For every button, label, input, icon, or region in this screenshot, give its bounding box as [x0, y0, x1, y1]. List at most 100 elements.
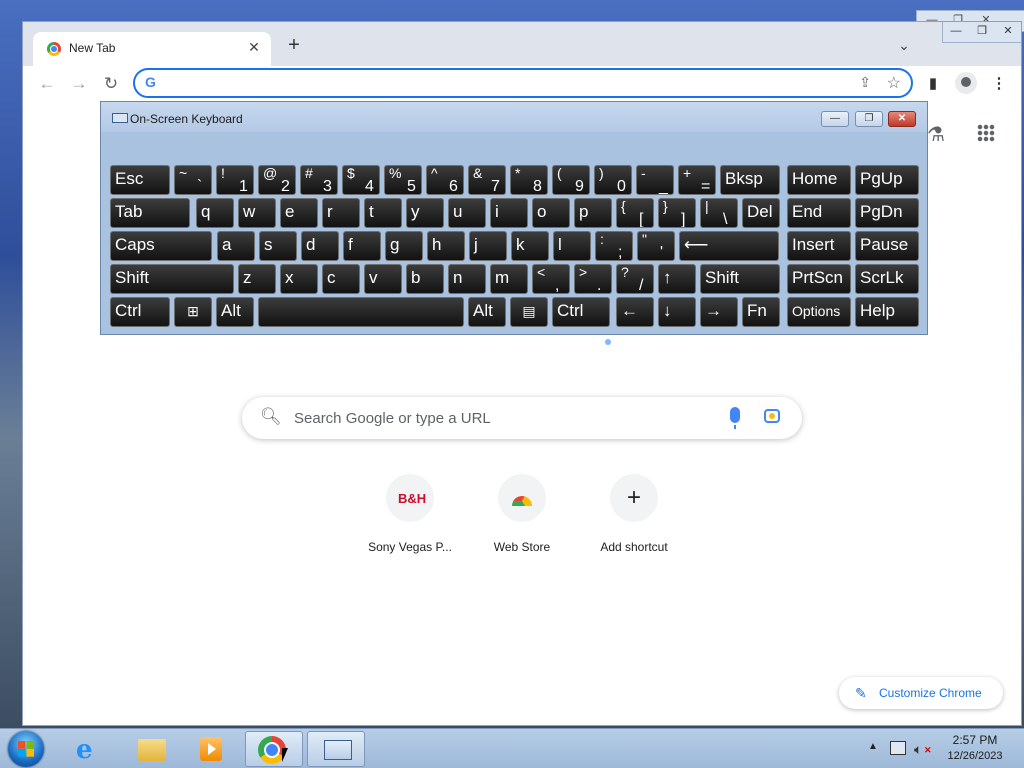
osk-key[interactable]: @2 — [258, 165, 296, 195]
osk-key-[interactable]: ← — [616, 297, 654, 327]
osk-key-alt[interactable]: Alt — [468, 297, 506, 327]
osk-key-e[interactable]: e — [280, 198, 318, 228]
osk-key[interactable]: }] — [658, 198, 696, 228]
osk-key[interactable]: #3 — [300, 165, 338, 195]
osk-key[interactable]: " ' — [637, 231, 675, 261]
osk-key-u[interactable]: u — [448, 198, 486, 228]
tab-close-icon[interactable]: ✕ — [245, 38, 263, 56]
osk-key-r[interactable]: r — [322, 198, 360, 228]
tab-new-tab[interactable]: New Tab ✕ — [33, 32, 271, 66]
osk-key-pgup[interactable]: PgUp — [855, 165, 919, 195]
osk-key[interactable]: + = — [678, 165, 716, 195]
side-panel-icon[interactable]: ▮ — [923, 74, 943, 94]
osk-key-p[interactable]: p — [574, 198, 612, 228]
osk-key-[interactable]: ↑ — [658, 264, 696, 294]
osk-key[interactable]: <, — [532, 264, 570, 294]
new-tab-plus-icon[interactable]: + — [285, 35, 303, 55]
osk-key-l[interactable]: l — [553, 231, 591, 261]
osk-key-k[interactable]: k — [511, 231, 549, 261]
shortcut-web-store[interactable]: Web Store — [466, 474, 578, 554]
osk-key-s[interactable]: s — [259, 231, 297, 261]
ntp-search-box[interactable]: 🔍︎ Search Google or type a URL — [242, 397, 802, 439]
profile-avatar-icon[interactable] — [955, 72, 977, 94]
osk-key-insert[interactable]: Insert — [787, 231, 851, 261]
osk-key[interactable]: ) 0 — [594, 165, 632, 195]
osk-key-t[interactable]: t — [364, 198, 402, 228]
osk-key[interactable]: ! 1 — [216, 165, 254, 195]
reload-icon[interactable]: ↻ — [101, 74, 121, 94]
osk-key-esc[interactable]: Esc — [110, 165, 170, 195]
osk-key-c[interactable]: c — [322, 264, 360, 294]
osk-key-v[interactable]: v — [364, 264, 402, 294]
osk-key-shift[interactable]: Shift — [110, 264, 234, 294]
osk-key-shift[interactable]: Shift — [700, 264, 780, 294]
show-hidden-icons-icon[interactable]: ▲ — [868, 741, 878, 752]
osk-key[interactable]: ~ ` — [174, 165, 212, 195]
google-apps-grid-icon[interactable] — [977, 124, 995, 142]
osk-key-menu[interactable]: ▤ — [510, 297, 548, 327]
osk-key-ctrl[interactable]: Ctrl — [110, 297, 170, 327]
network-icon[interactable] — [890, 741, 906, 755]
osk-key-m[interactable]: m — [490, 264, 528, 294]
osk-key-b[interactable]: b — [406, 264, 444, 294]
clock-time[interactable]: 2:57 PM — [940, 733, 1010, 747]
osk-key-options[interactable]: Options — [787, 297, 851, 327]
shortcut-add[interactable]: + Add shortcut — [578, 474, 690, 554]
osk-key-space[interactable] — [258, 297, 464, 327]
osk-key[interactable]: $4 — [342, 165, 380, 195]
share-icon[interactable]: ⇪ — [859, 74, 871, 91]
chrome-taskbar-button[interactable] — [245, 731, 303, 767]
osk-key-o[interactable]: o — [532, 198, 570, 228]
osk-key-w[interactable]: w — [238, 198, 276, 228]
osk-key[interactable]: ^ 6 — [426, 165, 464, 195]
minimize-icon[interactable]: — — [943, 22, 969, 40]
osk-key-f[interactable]: f — [343, 231, 381, 261]
osk-key-alt[interactable]: Alt — [216, 297, 254, 327]
media-player-button[interactable] — [182, 731, 240, 767]
osk-key-windows[interactable]: ⊞ — [174, 297, 212, 327]
osk-key-[interactable]: ↓ — [658, 297, 696, 327]
osk-key-prtscn[interactable]: PrtScn — [787, 264, 851, 294]
internet-explorer-button[interactable]: e — [60, 731, 118, 767]
restore-icon[interactable]: ❐ — [969, 22, 995, 40]
osk-key-fn[interactable]: Fn — [742, 297, 780, 327]
osk-key[interactable]: {[ — [616, 198, 654, 228]
osk-key-caps[interactable]: Caps — [110, 231, 212, 261]
osk-key-a[interactable]: a — [217, 231, 255, 261]
osk-key-q[interactable]: q — [196, 198, 234, 228]
osk-key-z[interactable]: z — [238, 264, 276, 294]
osk-key[interactable]: >. — [574, 264, 612, 294]
osk-key-tab[interactable]: Tab — [110, 198, 190, 228]
osk-key[interactable]: * 8 — [510, 165, 548, 195]
chrome-labs-flask-icon[interactable]: ⚗ — [927, 122, 945, 147]
osk-key-help[interactable]: Help — [855, 297, 919, 327]
osk-key[interactable]: % 5 — [384, 165, 422, 195]
osk-key-[interactable]: ⟵ — [679, 231, 779, 261]
osk-key-home[interactable]: Home — [787, 165, 851, 195]
customize-chrome-button[interactable]: ✎ Customize Chrome — [839, 677, 1003, 709]
osk-key-del[interactable]: Del — [742, 198, 780, 228]
voice-search-mic-icon[interactable] — [730, 407, 740, 429]
osk-key[interactable]: - _ — [636, 165, 674, 195]
osk-key-j[interactable]: j — [469, 231, 507, 261]
volume-icon[interactable]: 🔈︎ — [914, 741, 922, 758]
osk-key-bksp[interactable]: Bksp — [720, 165, 780, 195]
osk-key[interactable]: | \ — [700, 198, 738, 228]
osk-key-y[interactable]: y — [406, 198, 444, 228]
osk-key[interactable]: & 7 — [468, 165, 506, 195]
osk-key-d[interactable]: d — [301, 231, 339, 261]
osk-key[interactable]: :; — [595, 231, 633, 261]
osk-key-[interactable]: → — [700, 297, 738, 327]
osk-key[interactable]: (9 — [552, 165, 590, 195]
file-explorer-button[interactable] — [122, 731, 180, 767]
osk-key-end[interactable]: End — [787, 198, 851, 228]
osk-key-g[interactable]: g — [385, 231, 423, 261]
menu-kebab-icon[interactable]: ⋮ — [989, 74, 1009, 94]
clock-date[interactable]: 12/26/2023 — [940, 750, 1010, 762]
osk-key-ctrl[interactable]: Ctrl — [552, 297, 610, 327]
shortcut-sony-vegas[interactable]: B&H Sony Vegas P... — [354, 474, 466, 554]
google-lens-camera-icon[interactable] — [764, 409, 780, 423]
forward-arrow-icon[interactable]: → — [69, 74, 89, 94]
bookmark-star-icon[interactable]: ☆ — [887, 73, 901, 93]
osk-key[interactable]: ? / — [616, 264, 654, 294]
